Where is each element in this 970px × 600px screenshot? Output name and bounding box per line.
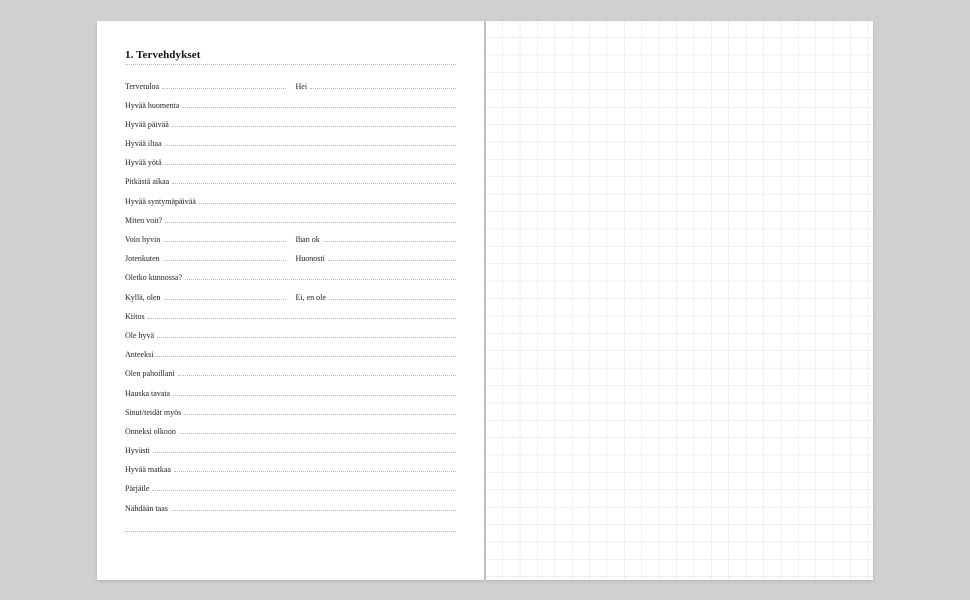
section-heading: 1. Tervehdykset	[125, 49, 456, 61]
page-left: 1. Tervehdykset Tervetuloa Hei Hyvää huome…	[97, 21, 484, 580]
vocab-row-split: Voin hyvin Ihan ok	[125, 233, 456, 244]
blank-line	[174, 463, 456, 472]
vocab-term: Hyvää syntymäpäivää	[125, 197, 199, 206]
blank-line	[184, 406, 456, 415]
blank-line	[171, 502, 456, 511]
blank-line	[163, 252, 286, 261]
blank-line	[165, 214, 456, 223]
vocab-term: Kiitos	[125, 312, 148, 321]
blank-line	[152, 482, 456, 491]
vocab-row: Miten voit?	[125, 214, 456, 233]
vocab-term: Miten voit?	[125, 216, 165, 225]
blank-line	[172, 175, 456, 184]
vocab-term: Ole hyvä	[125, 331, 157, 340]
blank-line	[328, 252, 456, 261]
vocab-term: Hauska tavata	[125, 389, 173, 398]
vocab-row: Pärjäile	[125, 482, 456, 501]
blank-line	[163, 233, 285, 242]
blank-line	[179, 425, 456, 434]
blank-line	[172, 118, 456, 127]
vocab-row: Kyllä, olen Ei, en ole	[125, 291, 456, 310]
vocab-row: Hyvästi	[125, 444, 456, 463]
blank-line	[153, 444, 456, 453]
vocab-col-right: Ihan ok	[296, 233, 457, 244]
vocab-row: Sinut/teidät myös	[125, 406, 456, 425]
vocab-row: Hyvää päivää	[125, 118, 456, 137]
vocab-term: Voin hyvin	[125, 235, 163, 244]
vocab-row: Hyvää huomenta	[125, 99, 456, 118]
vocab-row: Kiitos	[125, 310, 456, 329]
vocab-term: Ei, en ole	[296, 293, 329, 302]
vocab-col-left: Kyllä, olen	[125, 291, 286, 302]
blank-line	[185, 271, 456, 280]
blank-line	[165, 156, 456, 165]
blank-line	[162, 80, 285, 89]
vocab-row-split: Tervetuloa Hei	[125, 80, 456, 91]
vocab-term: Anteeksi	[125, 350, 156, 359]
vocab-term: Huonosti	[296, 254, 328, 263]
vocab-term: Jotenkuten	[125, 254, 163, 263]
vocab-col-left: Voin hyvin	[125, 233, 286, 244]
vocab-term: Kyllä, olen	[125, 293, 164, 302]
vocab-term: Hei	[296, 82, 311, 91]
blank-line	[310, 80, 456, 89]
blank-line	[323, 233, 456, 242]
heading-underline	[125, 64, 456, 65]
vocab-row: Nähdään taas	[125, 502, 456, 521]
vocab-term: Hyvää matkaa	[125, 465, 174, 474]
vocab-term: Hyvää päivää	[125, 120, 172, 129]
blank-line	[148, 310, 456, 319]
vocab-row: Hyvää syntymäpäivää	[125, 195, 456, 214]
blank-line	[199, 195, 456, 204]
vocab-term: Ihan ok	[296, 235, 323, 244]
vocab-row: Oletko kunnossa?	[125, 271, 456, 290]
page-right-grid	[486, 21, 873, 580]
vocab-col-right: Hei	[296, 80, 457, 91]
vocab-row-split: Jotenkuten Huonosti	[125, 252, 456, 263]
vocab-term: Sinut/teidät myös	[125, 408, 184, 417]
blank-line	[156, 348, 456, 357]
vocab-row: Ole hyvä	[125, 329, 456, 348]
vocab-row: Hyvää matkaa	[125, 463, 456, 482]
vocab-term: Oletko kunnossa?	[125, 273, 185, 282]
vocab-row: Tervetuloa Hei	[125, 80, 456, 99]
blank-line	[178, 367, 456, 376]
vocab-row: Jotenkuten Huonosti	[125, 252, 456, 271]
vocab-row: Hyvää yötä	[125, 156, 456, 175]
blank-line	[329, 291, 456, 300]
vocab-row-split: Kyllä, olen Ei, en ole	[125, 291, 456, 302]
vocab-row: Voin hyvin Ihan ok	[125, 233, 456, 252]
vocab-row: Hauska tavata	[125, 387, 456, 406]
blank-line	[173, 387, 456, 396]
vocab-col-left: Jotenkuten	[125, 252, 286, 263]
vocab-row: Pitkästä aikaa	[125, 175, 456, 194]
blank-line	[157, 329, 456, 338]
vocab-row: Hyvää iltaa	[125, 137, 456, 156]
vocab-row: Onneksi olkoon	[125, 425, 456, 444]
vocab-col-right: Huonosti	[296, 252, 457, 263]
vocabulary-list: Tervetuloa Hei Hyvää huomenta Hyvää päivää H…	[125, 80, 456, 521]
vocab-term: Hyvästi	[125, 446, 153, 455]
vocab-term: Pärjäile	[125, 484, 152, 493]
vocab-term: Hyvää huomenta	[125, 101, 182, 110]
vocab-term: Pitkästä aikaa	[125, 177, 172, 186]
vocab-term: Olen pahoillani	[125, 369, 178, 378]
vocab-term: Hyvää iltaa	[125, 139, 165, 148]
vocab-term: Tervetuloa	[125, 82, 162, 91]
vocab-term: Hyvää yötä	[125, 158, 165, 167]
trailing-blank-line	[125, 531, 456, 532]
blank-line	[182, 99, 456, 108]
vocab-col-left: Tervetuloa	[125, 80, 286, 91]
vocab-term: Nähdään taas	[125, 504, 171, 513]
vocab-col-right: Ei, en ole	[296, 291, 457, 302]
book-spread: 1. Tervehdykset Tervetuloa Hei Hyvää huome…	[97, 21, 873, 580]
blank-line	[165, 137, 456, 146]
vocab-row: Anteeksi	[125, 348, 456, 367]
vocab-row: Olen pahoillani	[125, 367, 456, 386]
blank-line	[164, 291, 286, 300]
vocab-term: Onneksi olkoon	[125, 427, 179, 436]
